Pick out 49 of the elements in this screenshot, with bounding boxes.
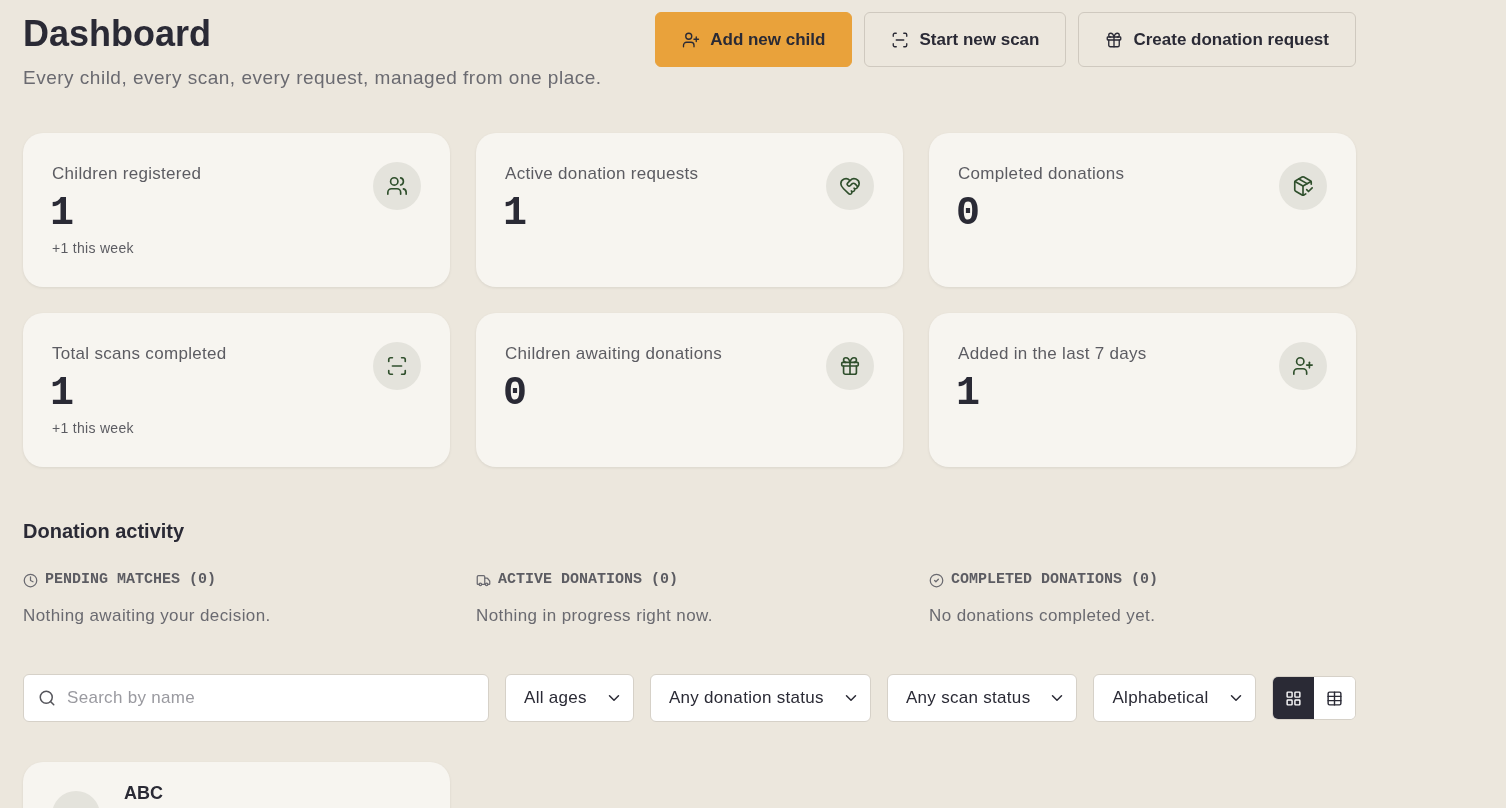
stat-value: 1: [503, 190, 528, 238]
page-subtitle: Every child, every scan, every request, managed from one place.: [23, 66, 602, 90]
scan-icon: [373, 342, 421, 390]
stat-value: 1: [50, 370, 75, 418]
gift-icon: [1105, 30, 1124, 49]
page-title: Dashboard: [23, 12, 213, 56]
grid-view-button[interactable]: [1272, 677, 1314, 719]
stat-label: Completed donations: [958, 163, 1125, 185]
heart-handshake-icon: [826, 162, 874, 210]
child-card[interactable]: ABC: [23, 762, 450, 808]
outline-button[interactable]: Start new scan: [864, 12, 1067, 67]
stat-note: +1 this week: [52, 419, 135, 438]
stat-label: Total scans completed: [52, 343, 227, 365]
circle-check-icon: [929, 572, 944, 588]
dropdown[interactable]: All ages: [505, 674, 634, 722]
scan-icon: [891, 30, 910, 49]
stat-label: Added in the last 7 days: [958, 343, 1147, 365]
primary-button[interactable]: Add new child: [655, 12, 853, 67]
table-icon: [1325, 689, 1343, 707]
outline-button[interactable]: Create donation request: [1078, 12, 1356, 67]
search-field[interactable]: Search by name: [23, 674, 489, 722]
search-icon: [38, 689, 56, 707]
gift-icon: [826, 342, 874, 390]
section-title: Donation activity: [23, 519, 186, 544]
stat-value: 1: [50, 190, 75, 238]
user-plus-icon: [1279, 342, 1327, 390]
empty-message: Nothing in progress right now.: [476, 605, 714, 627]
column-heading: COMPLETED DONATIONS (0): [951, 570, 1159, 590]
empty-message: No donations completed yet.: [929, 605, 1157, 627]
clock-icon: [23, 572, 38, 588]
user-plus-icon: [682, 30, 701, 49]
stat-note: +1 this week: [52, 239, 135, 258]
stat-value: 0: [503, 370, 528, 418]
dropdown[interactable]: Any scan status: [886, 674, 1078, 722]
users-icon: [373, 162, 421, 210]
stat-value: 1: [956, 370, 981, 418]
child-name: ABC: [124, 783, 163, 803]
empty-message: Nothing awaiting your decision.: [23, 605, 272, 627]
grid-icon: [1284, 689, 1302, 707]
dropdown[interactable]: Alphabetical: [1093, 674, 1256, 722]
column-heading: ACTIVE DONATIONS (0): [498, 570, 679, 590]
stat-value: 0: [956, 190, 981, 238]
stat-label: Active donation requests: [505, 163, 699, 185]
column-heading: PENDING MATCHES (0): [45, 570, 217, 590]
stat-label: Children awaiting donations: [505, 343, 722, 365]
dropdown[interactable]: Any donation status: [649, 674, 871, 722]
truck-icon: [476, 572, 491, 588]
package-check-icon: [1279, 162, 1327, 210]
stat-label: Children registered: [52, 163, 202, 185]
